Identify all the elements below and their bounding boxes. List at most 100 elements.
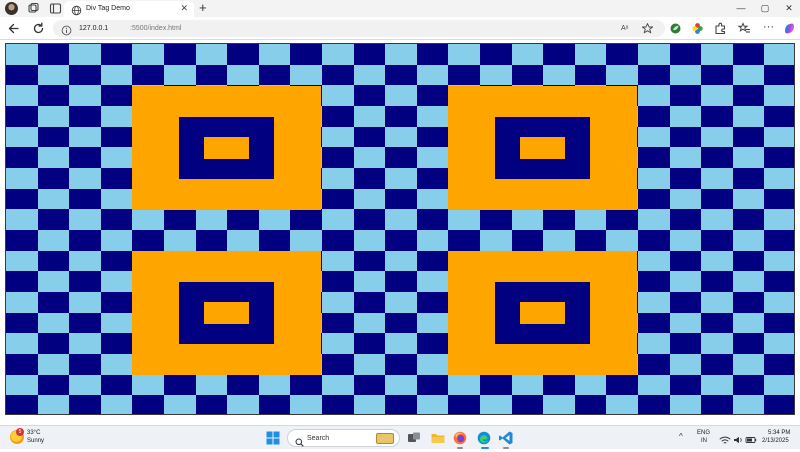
file-explorer-icon[interactable]	[430, 430, 446, 446]
firefox-icon[interactable]	[452, 430, 468, 446]
checker-cell	[353, 64, 386, 86]
vertical-tabs-icon[interactable]	[49, 2, 62, 15]
clock-time[interactable]: 5:34 PM	[768, 430, 790, 437]
checker-cell	[100, 188, 133, 210]
wifi-volume-battery-icons[interactable]	[718, 432, 758, 444]
checker-cell	[764, 312, 794, 334]
checker-cell	[100, 126, 133, 148]
extension-leaf-icon[interactable]	[668, 21, 683, 36]
more-menu-button[interactable]: ···	[761, 21, 776, 36]
checker-cell	[69, 271, 102, 293]
checker-cell	[353, 250, 386, 272]
checker-cell	[385, 64, 418, 86]
clock-date[interactable]: 2/13/2025	[762, 438, 789, 445]
navy-frame	[495, 282, 590, 344]
checker-cell	[732, 85, 765, 107]
checker-cell	[732, 126, 765, 148]
checker-cell	[322, 106, 355, 128]
checker-cell	[701, 188, 734, 210]
checker-cell	[543, 64, 576, 86]
taskbar: 5 33°C Sunny Search ^ ENG IN 5:34 PM 2/1…	[0, 425, 800, 449]
workspaces-icon[interactable]	[27, 2, 40, 15]
new-tab-button[interactable]: +	[199, 0, 207, 16]
checker-cell	[669, 271, 702, 293]
checker-cell	[385, 292, 418, 314]
checker-cell	[764, 354, 794, 376]
checker-cell	[195, 395, 228, 414]
checker-cell	[37, 209, 70, 231]
checker-cell	[385, 188, 418, 210]
profile-avatar[interactable]	[5, 2, 18, 15]
checker-cell	[732, 292, 765, 314]
checker-cell	[6, 85, 39, 107]
url-host: 127.0.0.1	[79, 25, 109, 32]
close-window-button[interactable]: ✕	[776, 0, 800, 17]
checker-cell	[164, 230, 197, 252]
extensions-puzzle-icon[interactable]	[713, 21, 728, 36]
checker-cell	[385, 354, 418, 376]
checker-cell	[638, 230, 671, 252]
star-icon[interactable]	[641, 22, 654, 35]
checker-cell	[732, 374, 765, 396]
address-bar[interactable]: 127.0.0.1 :5500/index.html Aᵃ	[53, 20, 665, 37]
tray-overflow-chevron[interactable]: ^	[679, 432, 683, 442]
windows-start-icon[interactable]	[265, 430, 281, 446]
tab-div-tag-demo[interactable]: Div Tag Demo ✕	[64, 1, 194, 17]
checker-cell	[258, 230, 291, 252]
checker-cell	[701, 354, 734, 376]
checker-cell	[37, 64, 70, 86]
refresh-icon[interactable]	[31, 21, 46, 36]
checker-cell	[322, 147, 355, 169]
checker-cell	[322, 44, 355, 66]
read-aloud-button[interactable]: Aᵃ	[621, 23, 628, 34]
checker-cell	[353, 333, 386, 355]
weather-temperature[interactable]: 33°C	[27, 430, 40, 437]
checker-cell	[290, 395, 323, 414]
checker-cell	[37, 271, 70, 293]
input-region[interactable]: IN	[701, 438, 707, 445]
extension-color-wheel-icon[interactable]	[690, 21, 705, 36]
tab-close-icon[interactable]: ✕	[180, 3, 188, 14]
favorites-icon[interactable]	[737, 21, 752, 36]
navy-frame	[495, 117, 590, 179]
vscode-icon[interactable]	[498, 430, 514, 446]
checker-cell	[416, 85, 449, 107]
checker-cell	[69, 354, 102, 376]
minimize-button[interactable]: —	[728, 0, 754, 17]
checker-cell	[164, 44, 197, 66]
checker-cell	[574, 209, 607, 231]
checker-cell	[6, 106, 39, 128]
copilot-icon[interactable]	[782, 21, 797, 36]
checker-cell	[100, 230, 133, 252]
edge-icon[interactable]	[476, 430, 492, 446]
checker-cell	[416, 271, 449, 293]
checker-cell	[480, 230, 513, 252]
checker-cell	[701, 333, 734, 355]
checker-cell	[353, 85, 386, 107]
checker-cell	[638, 188, 671, 210]
checker-cell	[543, 209, 576, 231]
taskbar-search[interactable]: Search	[287, 429, 400, 447]
task-view-icon[interactable]	[406, 430, 422, 446]
orange-core	[204, 137, 249, 159]
orange-panel-top-right	[448, 86, 637, 210]
checker-cell	[764, 271, 794, 293]
checker-cell	[638, 374, 671, 396]
maximize-button[interactable]: ▢	[752, 0, 778, 17]
checker-cell	[448, 230, 481, 252]
checker-cell	[258, 44, 291, 66]
checker-cell	[385, 312, 418, 334]
input-language[interactable]: ENG	[697, 430, 710, 437]
back-arrow-icon[interactable]	[6, 21, 21, 36]
weather-description[interactable]: Sunny	[27, 438, 44, 445]
checker-cell	[606, 230, 639, 252]
checker-cell	[669, 106, 702, 128]
info-icon[interactable]	[61, 23, 72, 36]
checker-cell	[100, 312, 133, 334]
checker-cell	[701, 395, 734, 414]
checker-cell	[574, 64, 607, 86]
checker-cell	[416, 250, 449, 272]
checker-cell	[290, 209, 323, 231]
checker-cell	[732, 64, 765, 86]
checker-cell	[764, 85, 794, 107]
